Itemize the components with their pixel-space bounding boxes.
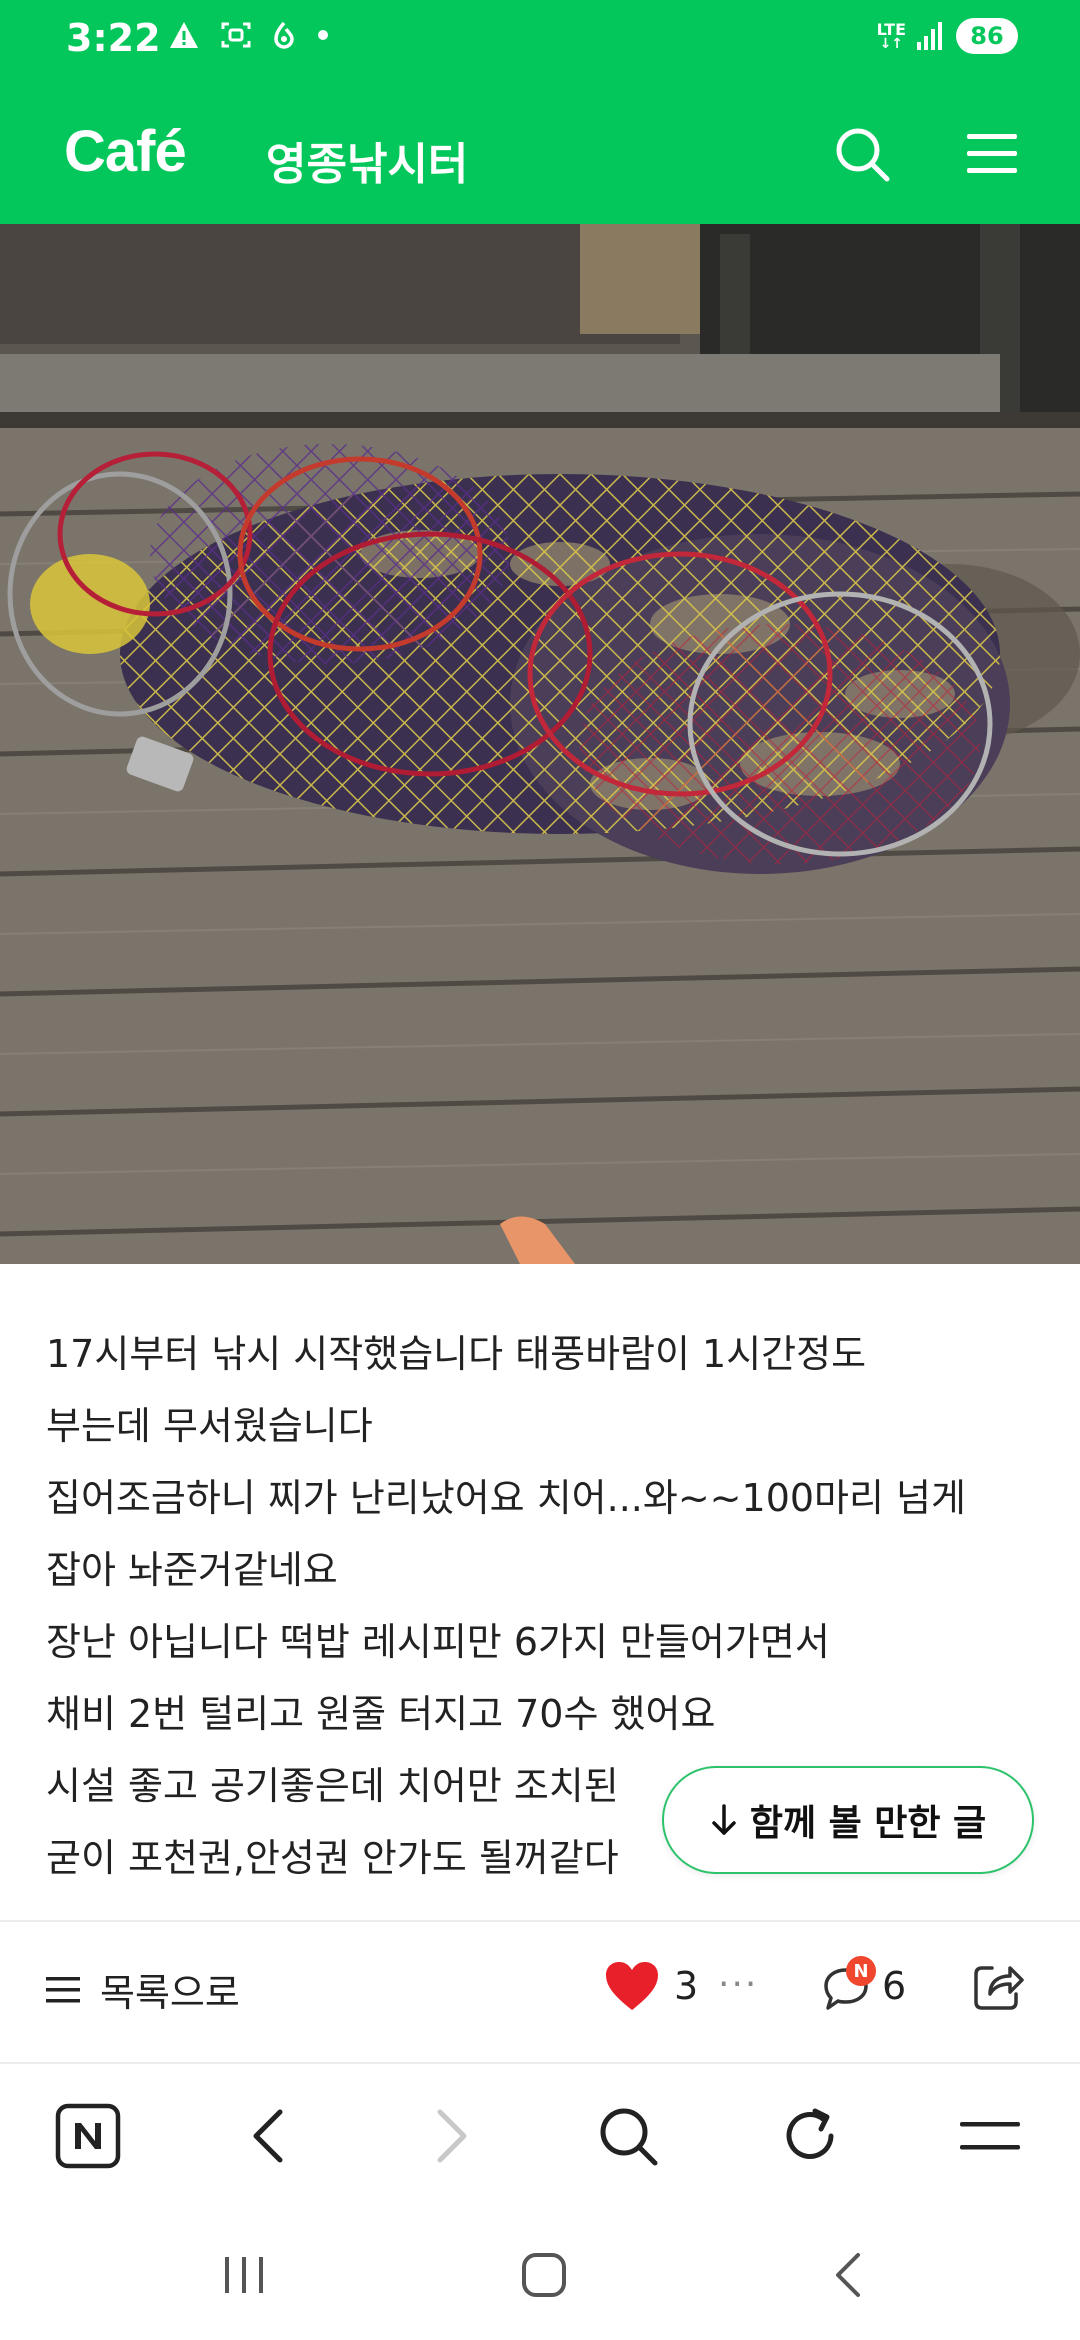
post-photo[interactable] [0, 224, 1080, 1264]
new-comment-badge: N [846, 1956, 876, 1986]
status-time: 3:22 [66, 16, 161, 60]
post-text-line: 부는데 무서웠습니다 [46, 1404, 373, 1448]
recent-apps-button[interactable] [214, 2250, 274, 2300]
system-navigation-bar [0, 2210, 1080, 2340]
browser-forward-button[interactable] [416, 2100, 488, 2172]
refresh-icon [786, 2108, 834, 2159]
recent-apps-icon [225, 2257, 263, 2293]
system-back-button[interactable] [818, 2250, 878, 2300]
battery-indicator: 86 [956, 18, 1018, 54]
comment-count: 6 [882, 1964, 907, 2008]
dot-icon [318, 30, 328, 40]
back-icon [253, 2109, 283, 2163]
status-right: LTE ↓↑ 86 [877, 18, 1018, 54]
browser-back-button[interactable] [232, 2100, 304, 2172]
share-icon [974, 1966, 1024, 2010]
browser-toolbar [0, 2066, 1080, 2206]
list-icon [46, 1976, 80, 2002]
status-bar: 3:22 LTE ↓↑ 86 [0, 0, 1080, 84]
signal-icon [917, 22, 942, 50]
post-text-line: 집어조금하니 찌가 난리났어요 치어...와~~100마리 넘게 [46, 1476, 966, 1520]
heart-icon [606, 1962, 658, 2010]
back-to-list-label: 목록으로 [100, 1971, 240, 2015]
post-action-bar: 목록으로 3 ··· N 6 [0, 1924, 1080, 2060]
naver-n-icon [55, 2103, 121, 2169]
like-count: 3 [674, 1964, 699, 2008]
browser-menu-button[interactable] [954, 2100, 1026, 2172]
search-icon [836, 128, 890, 182]
related-posts-button[interactable]: 함께 볼 만한 글 [662, 1766, 1034, 1874]
post-text-line: 잡아 놔준거같네요 [46, 1548, 338, 1592]
menu-button[interactable] [952, 114, 1032, 194]
arrow-down-icon [712, 1804, 736, 1835]
forward-icon [437, 2109, 467, 2163]
screen-record-icon [221, 22, 251, 48]
more-icon[interactable]: ··· [718, 1964, 758, 2005]
home-button[interactable] [514, 2250, 574, 2300]
app-header: Café 영종낚시터 [0, 84, 1080, 224]
fishing-net-photo [0, 224, 1080, 1264]
divider [0, 1920, 1080, 1922]
post-text-line: 장난 아닙니다 떡밥 레시피만 6가지 만들어가면서 [46, 1620, 830, 1664]
menu-icon [967, 134, 1017, 173]
post-text-line: 17시부터 낚시 시작했습니다 태풍바람이 1시간정도 [46, 1332, 867, 1376]
cafe-logo[interactable]: Café [64, 118, 187, 185]
browser-refresh-button[interactable] [774, 2100, 846, 2172]
network-type: LTE ↓↑ [876, 20, 906, 52]
comment-button[interactable]: N 6 [820, 1956, 906, 2016]
home-icon [522, 2253, 566, 2297]
status-notification-icons [168, 20, 330, 50]
notification-icon [274, 21, 294, 49]
search-button[interactable] [822, 114, 902, 194]
related-posts-label: 함께 볼 만한 글 [749, 1803, 987, 1844]
back-icon [836, 2253, 860, 2297]
back-to-list-button[interactable]: 목록으로 [44, 1962, 240, 2017]
divider [0, 2062, 1080, 2064]
like-button[interactable]: 3 [604, 1960, 698, 2012]
menu-icon [960, 2122, 1020, 2150]
naver-home-button[interactable] [52, 2100, 124, 2172]
comment-icon-wrap: N [820, 1956, 880, 2016]
search-icon [600, 2108, 658, 2166]
cafe-name[interactable]: 영종낚시터 [266, 128, 468, 192]
post-text-line: 채비 2번 털리고 원줄 터지고 70수 했어요 [46, 1692, 716, 1736]
warning-icon [170, 22, 198, 48]
share-button[interactable] [968, 1956, 1028, 2020]
browser-search-button[interactable] [592, 2100, 664, 2172]
